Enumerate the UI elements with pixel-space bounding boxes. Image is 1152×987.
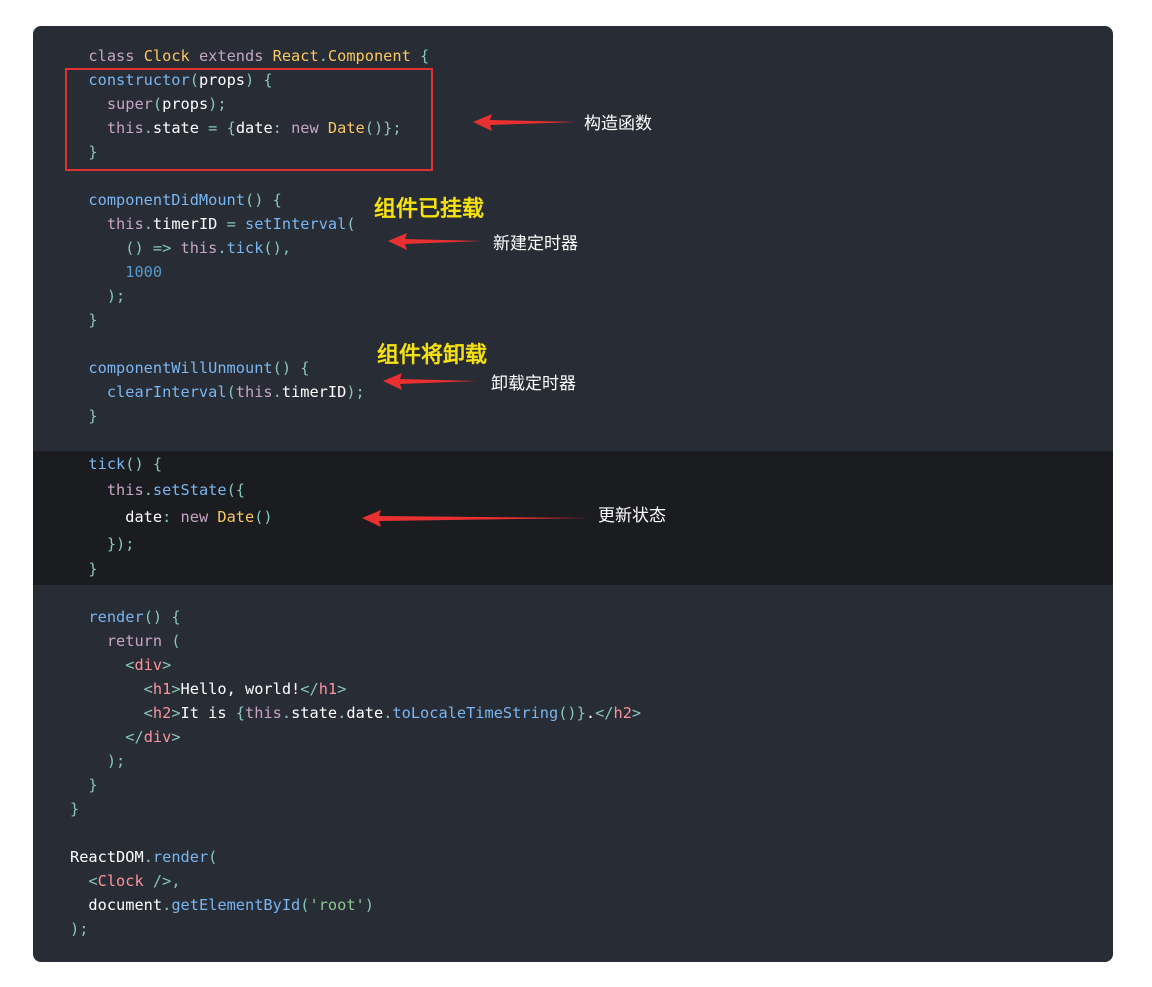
arrow-clear-timer bbox=[383, 373, 477, 390]
unmount-title: 组件将卸载 bbox=[377, 343, 488, 368]
arrow-new-timer bbox=[388, 233, 482, 250]
mount-label: 新建定时器 bbox=[493, 234, 578, 254]
mount-title: 组件已挂载 bbox=[374, 197, 485, 222]
arrow-constructor bbox=[473, 114, 577, 131]
unmount-label: 卸载定时器 bbox=[491, 374, 576, 394]
arrow-update-state bbox=[362, 510, 590, 527]
update-state-label: 更新状态 bbox=[598, 506, 666, 526]
constructor-label: 构造函数 bbox=[584, 114, 652, 134]
annotation-arrows bbox=[362, 114, 590, 527]
